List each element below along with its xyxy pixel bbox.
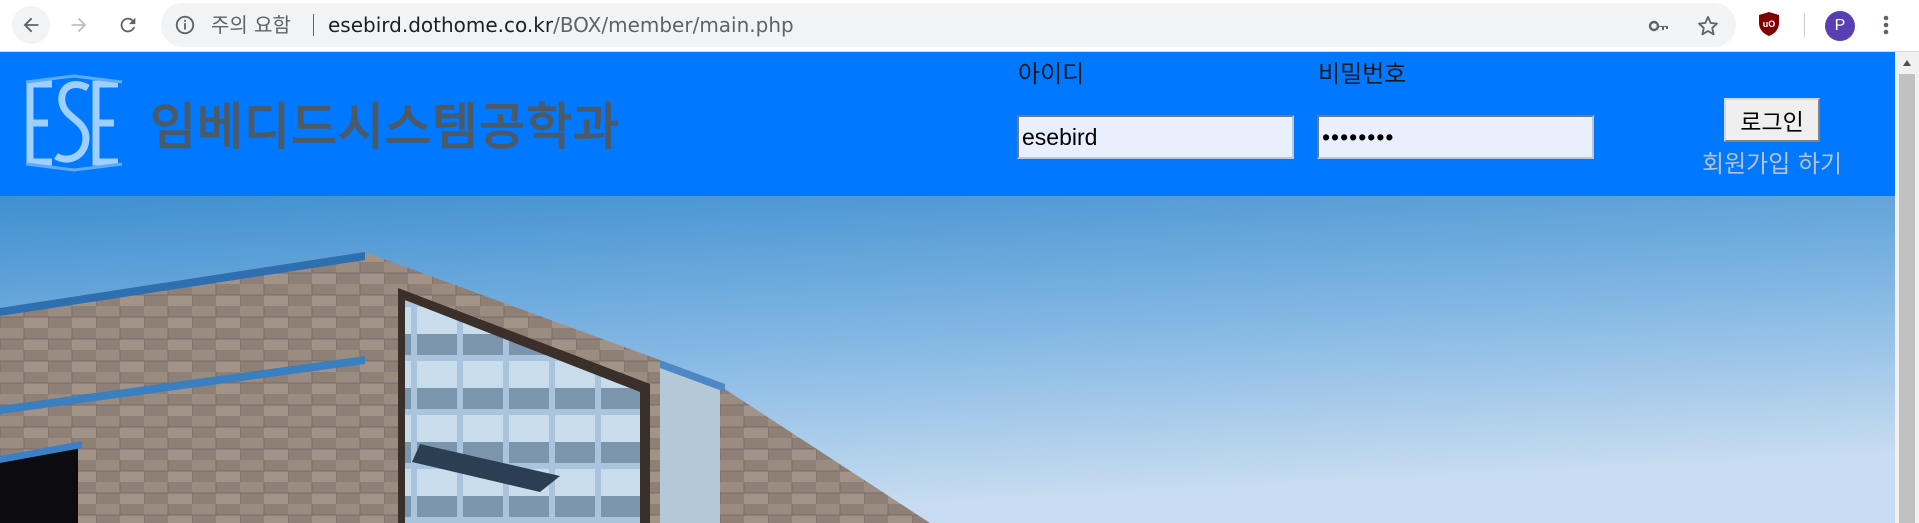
ublock-icon[interactable]: uO — [1757, 11, 1781, 37]
security-status-text[interactable]: 주의 요함 — [211, 3, 291, 47]
site-header: 임베디드시스템공학과 아이디 비밀번호 로그인 회원가입 하기 — [0, 52, 1895, 196]
campus-building-photo — [0, 196, 1895, 523]
forward-button[interactable] — [60, 6, 98, 44]
signup-link[interactable]: 회원가입 하기 — [1702, 144, 1842, 179]
back-button[interactable] — [12, 6, 50, 44]
url-path: /BOX/member/main.php — [553, 13, 794, 37]
department-logo[interactable] — [22, 74, 126, 172]
key-icon[interactable] — [1647, 14, 1671, 38]
password-input[interactable] — [1317, 115, 1594, 159]
profile-avatar[interactable]: P — [1825, 11, 1855, 41]
login-button[interactable]: 로그인 — [1724, 98, 1820, 142]
id-label: 아이디 — [1018, 60, 1085, 88]
forward-arrow-icon — [71, 17, 87, 33]
page-scrollbar[interactable] — [1895, 52, 1919, 523]
info-icon[interactable] — [174, 14, 196, 36]
password-label: 비밀번호 — [1318, 60, 1407, 88]
page-viewport: 임베디드시스템공학과 아이디 비밀번호 로그인 회원가입 하기 — [0, 52, 1895, 523]
scrollbar-thumb[interactable] — [1899, 74, 1915, 523]
star-icon[interactable] — [1696, 14, 1720, 38]
svg-text:uO: uO — [1763, 19, 1776, 29]
reload-button[interactable] — [109, 6, 147, 44]
address-bar[interactable]: 주의 요함 esebird.dothome.co.kr/BOX/member/m… — [161, 3, 1736, 47]
url-host: esebird.dothome.co.kr — [328, 13, 554, 37]
back-arrow-icon — [23, 17, 39, 33]
omnibox-divider — [313, 14, 314, 36]
kebab-menu-icon[interactable] — [1878, 9, 1894, 41]
site-title: 임베디드시스템공학과 — [150, 98, 620, 156]
url-text[interactable]: esebird.dothome.co.kr/BOX/member/main.ph… — [328, 3, 794, 47]
toolbar-divider — [1804, 13, 1805, 37]
scroll-up-arrow-icon[interactable] — [1895, 52, 1919, 74]
browser-toolbar: 주의 요함 esebird.dothome.co.kr/BOX/member/m… — [0, 0, 1919, 52]
id-input[interactable] — [1017, 115, 1294, 159]
reload-icon — [120, 17, 136, 33]
